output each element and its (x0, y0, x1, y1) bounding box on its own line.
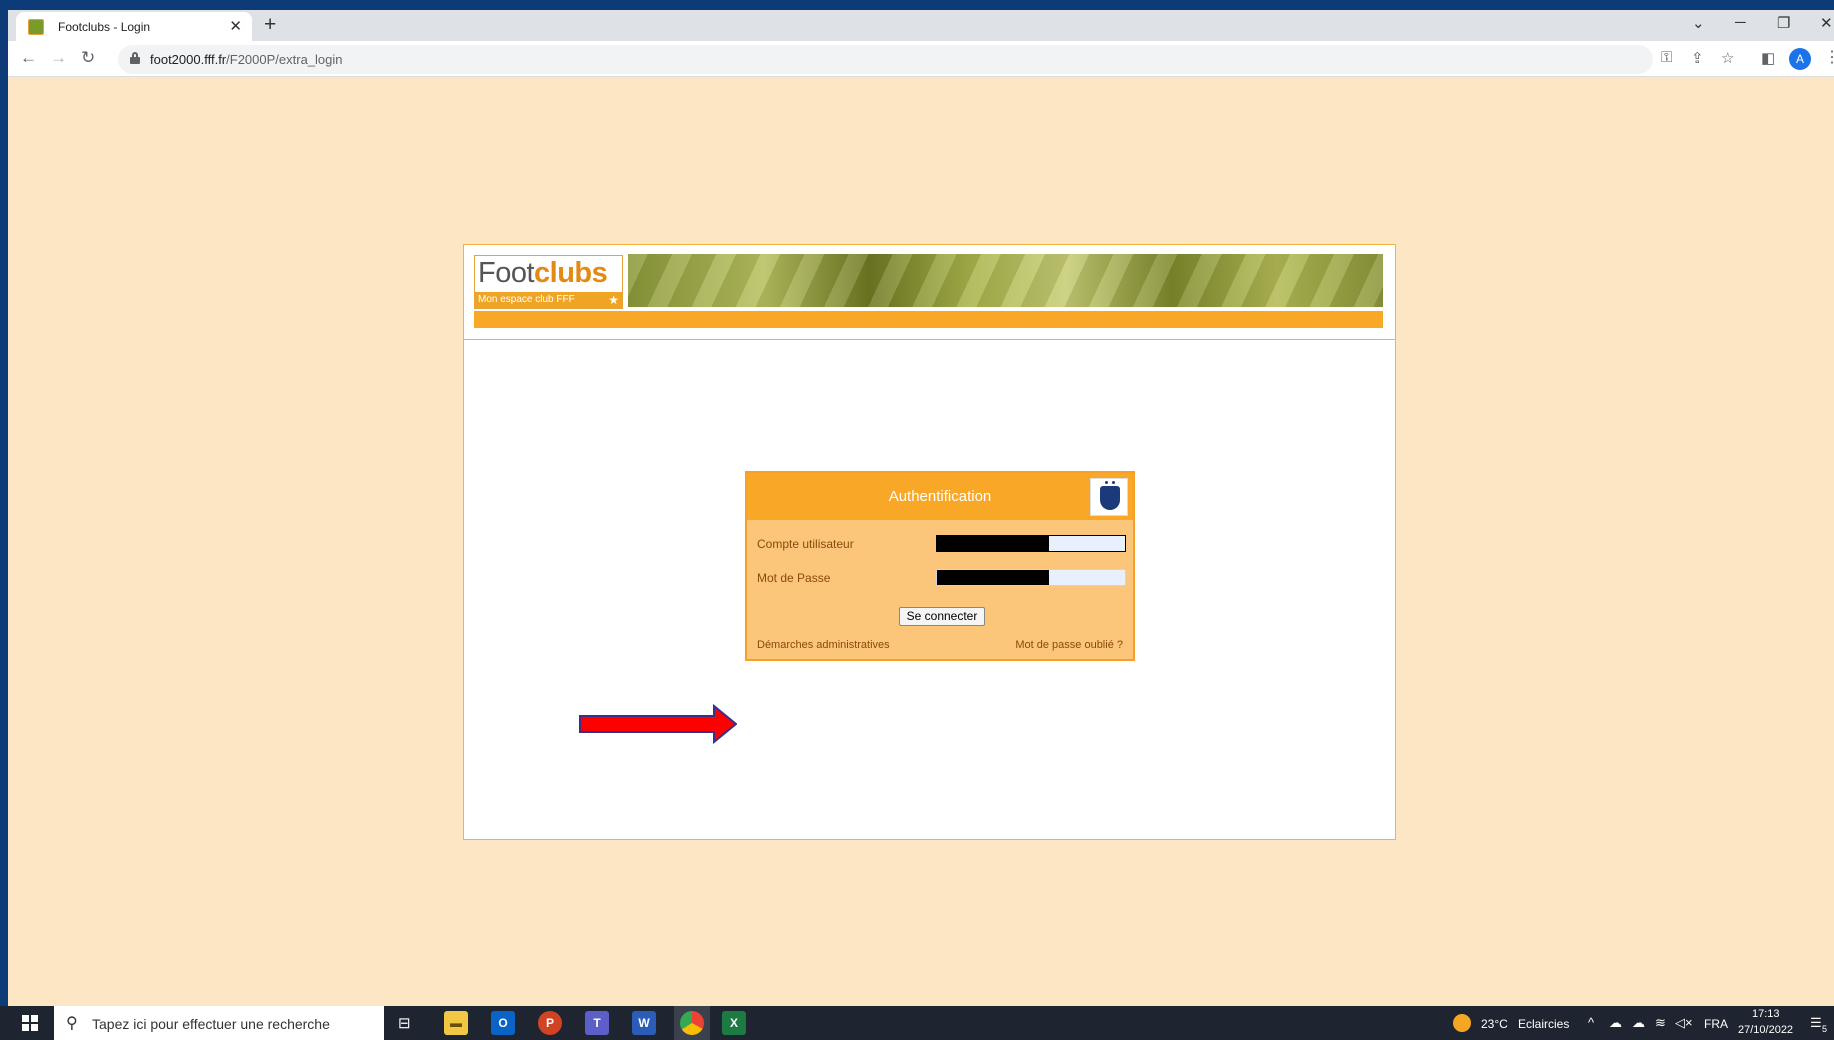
red-arrow-annotation (579, 704, 737, 744)
lock-icon (130, 52, 140, 64)
header-orange-bar (474, 311, 1383, 328)
fff-logo-icon (1090, 478, 1128, 516)
username-input[interactable] (936, 535, 1126, 552)
star-icon: ★ (608, 293, 619, 307)
admin-procedures-link[interactable]: Démarches administratives (757, 639, 890, 651)
forgot-password-link[interactable]: Mot de passe oublié ? (1015, 639, 1123, 651)
reload-icon[interactable]: ↻ (81, 48, 95, 68)
cloud-icon[interactable]: ☁ (1632, 1015, 1645, 1031)
restore-icon[interactable]: ❐ (1777, 14, 1790, 32)
search-placeholder: Tapez ici pour effectuer une recherche (92, 1016, 330, 1032)
weather-temp[interactable]: 23°C (1481, 1017, 1508, 1031)
login-title: Authentification (888, 488, 992, 505)
teams-icon[interactable]: T (585, 1011, 609, 1035)
notifications-icon[interactable]: ☰ (1810, 1015, 1822, 1031)
onedrive-icon[interactable]: ☁ (1609, 1015, 1622, 1031)
search-icon: ⚲ (66, 1015, 78, 1032)
outlook-icon[interactable]: O (491, 1011, 515, 1035)
password-label: Mot de Passe (757, 571, 831, 585)
tab-title: Footclubs - Login (58, 20, 151, 34)
username-label: Compte utilisateur (757, 537, 854, 551)
clock-date[interactable]: 27/10/2022 (1738, 1024, 1793, 1036)
chrome-active-slot[interactable] (674, 1006, 710, 1040)
new-tab-button[interactable]: + (264, 13, 276, 37)
login-box: Authentification Compte utilisateur Mot … (745, 471, 1135, 661)
menu-icon[interactable]: ⋮ (1824, 47, 1834, 67)
bookmark-star-icon[interactable]: ☆ (1721, 49, 1734, 67)
close-tab-icon[interactable]: ✕ (229, 17, 242, 35)
password-input[interactable] (936, 569, 1126, 586)
browser-tab[interactable]: Footclubs - Login ✕ (16, 12, 252, 41)
minimize-icon[interactable]: ─ (1735, 14, 1746, 31)
notification-count: 5 (1822, 1024, 1828, 1034)
back-icon[interactable]: ← (20, 48, 37, 68)
login-button[interactable]: Se connecter (899, 607, 985, 626)
language-indicator[interactable]: FRA (1704, 1017, 1728, 1031)
tab-search-icon[interactable]: ⌄ (1692, 14, 1705, 32)
word-icon[interactable]: W (632, 1011, 656, 1035)
redaction-mask (937, 536, 1049, 551)
logo-tagline: Mon espace club FFF (475, 292, 622, 308)
forward-icon[interactable]: → (50, 48, 67, 68)
key-icon[interactable]: ⚿ (1661, 49, 1672, 66)
task-view-icon[interactable]: ⊟ (398, 1014, 411, 1032)
chrome-icon (680, 1011, 704, 1035)
url-text: foot2000.fff.fr/F2000P/extra_login (150, 52, 343, 67)
share-icon[interactable]: ⇪ (1691, 49, 1704, 67)
taskbar-search[interactable]: ⚲ Tapez ici pour effectuer une recherche (54, 1006, 384, 1040)
tray-chevron-icon[interactable]: ^ (1588, 1015, 1594, 1030)
windows-start-icon[interactable] (22, 1015, 38, 1031)
excel-icon[interactable]: X (722, 1011, 746, 1035)
redaction-mask (937, 570, 1049, 585)
header-banner-image (628, 254, 1383, 307)
browser-window: Footclubs - Login ✕ + ⌄ ─ ❐ ✕ ← → ↻ foot… (8, 10, 1834, 1006)
file-explorer-icon[interactable]: ▬ (444, 1011, 468, 1035)
weather-sun-icon (1453, 1014, 1471, 1032)
browser-toolbar: ← → ↻ foot2000.fff.fr/F2000P/extra_login… (8, 41, 1834, 77)
close-window-icon[interactable]: ✕ (1820, 14, 1833, 32)
footclubs-frame: Footclubs Mon espace club FFF ★ Authenti… (463, 244, 1396, 840)
page-content: Footclubs Mon espace club FFF ★ Authenti… (8, 77, 1834, 1006)
powerpoint-icon[interactable]: P (538, 1011, 562, 1035)
speaker-muted-icon[interactable]: ◁× (1675, 1015, 1693, 1031)
profile-avatar[interactable]: A (1789, 48, 1811, 70)
address-bar[interactable]: foot2000.fff.fr/F2000P/extra_login (118, 45, 1653, 74)
login-header: Authentification (747, 473, 1133, 520)
favicon-icon (28, 19, 44, 35)
wifi-icon[interactable]: ≋ (1655, 1015, 1666, 1031)
footclubs-logo: Footclubs Mon espace club FFF ★ (474, 255, 623, 309)
site-header: Footclubs Mon espace club FFF ★ (464, 245, 1395, 340)
taskbar: ⚲ Tapez ici pour effectuer une recherche… (0, 1006, 1834, 1040)
weather-desc[interactable]: Eclaircies (1518, 1017, 1569, 1031)
tab-strip: Footclubs - Login ✕ + ⌄ ─ ❐ ✕ (8, 10, 1834, 41)
clock-time[interactable]: 17:13 (1752, 1008, 1780, 1020)
side-panel-icon[interactable]: ◧ (1761, 49, 1775, 67)
